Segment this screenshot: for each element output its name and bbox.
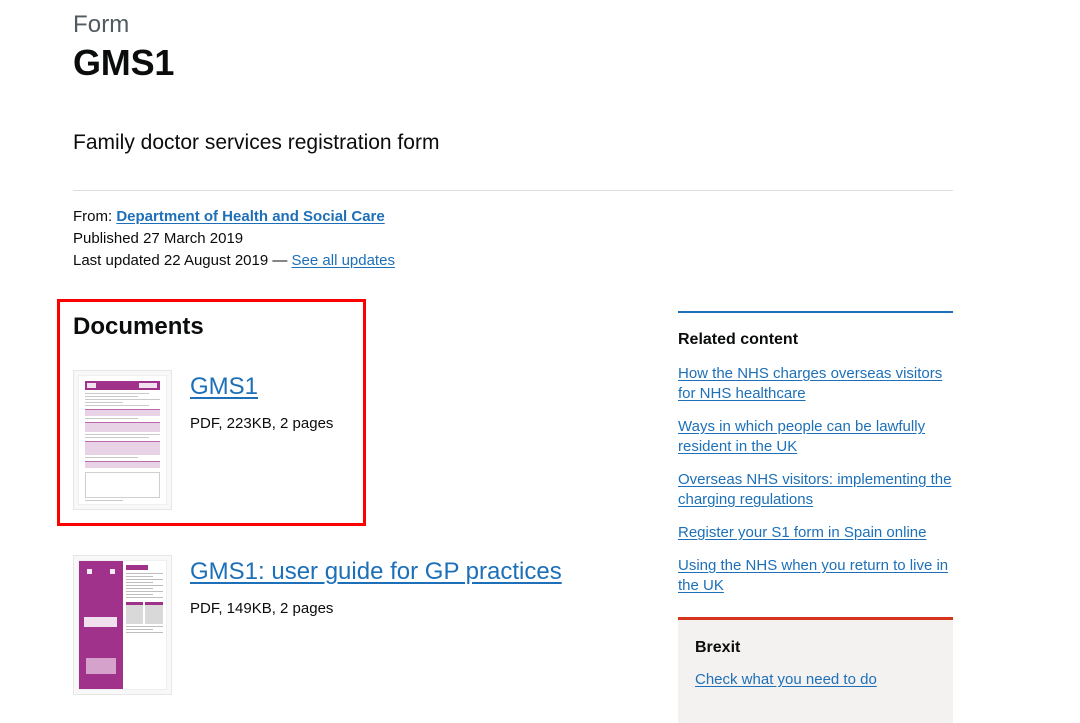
published-date: 27 March 2019: [143, 230, 244, 247]
updates-separator: —: [272, 252, 288, 269]
organisation-link[interactable]: Department of Health and Social Care: [116, 208, 384, 225]
brexit-heading: Brexit: [695, 639, 741, 656]
metadata-from-line: From: Department of Health and Social Ca…: [73, 206, 673, 228]
pdf-thumbnail-gms1-form[interactable]: [73, 370, 172, 510]
related-link[interactable]: Using the NHS when you return to live in…: [678, 556, 953, 596]
from-label: From:: [73, 208, 113, 225]
related-link[interactable]: How the NHS charges overseas visitors fo…: [678, 364, 953, 404]
pdf-thumbnail-user-guide[interactable]: [73, 555, 172, 695]
last-updated-date: 22 August 2019: [163, 252, 269, 269]
document-item: GMS1 PDF, 223KB, 2 pages: [73, 370, 663, 510]
metadata-published-line: Published 27 March 2019: [73, 228, 673, 250]
document-attributes: PDF, 149KB, 2 pages: [190, 600, 334, 617]
related-content-heading: Related content: [678, 331, 799, 348]
related-link[interactable]: Overseas NHS visitors: implementing the …: [678, 470, 953, 510]
document-title-link[interactable]: GMS1: [190, 372, 258, 402]
related-content-top-rule: [678, 311, 953, 313]
publication-page: Form GMS1 Family doctor services registr…: [0, 0, 1080, 723]
metadata-divider: [73, 190, 953, 191]
document-info: GMS1: user guide for GP practices PDF, 1…: [190, 555, 562, 619]
document-item: GMS1: user guide for GP practices PDF, 1…: [73, 555, 663, 695]
related-link[interactable]: Register your S1 form in Spain online: [678, 523, 953, 543]
metadata-last-updated-line: Last updated 22 August 2019 — See all up…: [73, 250, 673, 272]
document-attributes: PDF, 223KB, 2 pages: [190, 415, 334, 432]
related-link[interactable]: Ways in which people can be lawfully res…: [678, 417, 953, 457]
brexit-panel: Brexit Check what you need to do: [678, 617, 953, 723]
documents-heading: Documents: [73, 313, 204, 340]
documents-section: Documents GMS1 PDF, 223KB, 2 pages GMS1:…: [73, 312, 663, 723]
last-updated-label: Last updated: [73, 252, 160, 269]
document-type-label: Form: [73, 11, 130, 38]
document-title-link[interactable]: GMS1: user guide for GP practices: [190, 557, 562, 587]
page-subtitle: Family doctor services registration form: [73, 131, 440, 154]
document-info: GMS1 PDF, 223KB, 2 pages: [190, 370, 333, 434]
published-label: Published: [73, 230, 139, 247]
main-content-column: Form GMS1 Family doctor services registr…: [73, 0, 663, 157]
publication-metadata: From: Department of Health and Social Ca…: [73, 206, 673, 272]
brexit-link[interactable]: Check what you need to do: [695, 671, 877, 688]
related-content-sidebar: Related content How the NHS charges over…: [678, 311, 953, 609]
page-title: GMS1: [73, 42, 175, 83]
see-all-updates-link[interactable]: See all updates: [292, 252, 395, 269]
